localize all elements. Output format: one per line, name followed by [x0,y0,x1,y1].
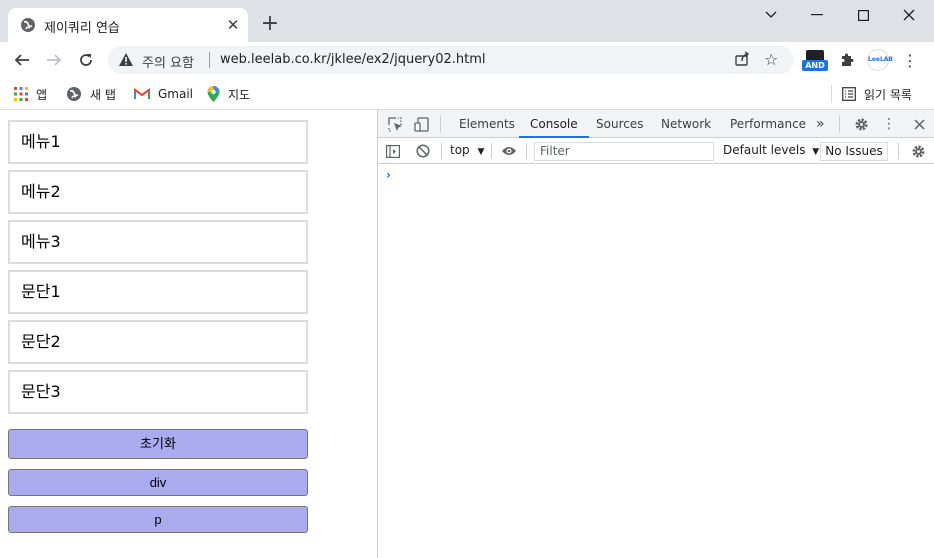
dropdown-arrow-icon: ▼ [477,147,485,157]
bookmark-label: 앱 [36,87,48,102]
tab-elements[interactable]: Elements [459,110,515,138]
bookmarks-bar: 앱 새 탭 Gmail 지도 읽기 목록 [0,78,934,110]
minimize-button[interactable] [794,0,840,30]
devtools-divider [839,116,840,132]
tab-network[interactable]: Network [661,110,711,138]
tab-title: 제이쿼리 연습 [44,21,120,36]
reading-list-icon [842,87,856,101]
devtools-panel: Elements Console Sources Network Perform… [377,110,934,558]
url-text[interactable]: web.leelab.co.kr/jklee/ex2/jquery02.html [220,52,486,67]
warning-icon[interactable] [118,52,134,71]
bookmark-maps[interactable]: 지도 [207,84,250,104]
bookmark-label: Gmail [158,87,194,101]
tab-console[interactable]: Console [519,110,589,138]
bookmarks-divider [831,85,832,103]
bookmark-apps[interactable]: 앱 [14,84,47,104]
new-tab-button[interactable]: + [258,12,282,36]
security-label[interactable]: 주의 요함 [142,52,194,71]
inspect-element-icon[interactable] [386,115,404,133]
and-extension-badge: AND [802,60,828,71]
console-settings-gear-icon[interactable] [909,142,927,160]
paragraph-box-3: 문단3 [8,370,308,414]
close-devtools-icon[interactable] [910,115,928,133]
menu-box-1: 메뉴1 [8,120,308,164]
reload-icon[interactable] [74,48,98,72]
devtools-divider [526,143,527,159]
tab-performance[interactable]: Performance [730,110,806,138]
menu-box-3: 메뉴3 [8,220,308,264]
gmail-icon [134,88,150,100]
paragraph-box-1: 문단1 [8,270,308,314]
more-menu-icon[interactable]: ⋮ [900,48,920,72]
issues-button[interactable]: No Issues [820,142,888,161]
maps-pin-icon [207,86,220,102]
log-levels-dropdown[interactable]: Default levels ▼ [723,143,819,157]
reset-button[interactable]: 초기화 [8,429,308,459]
close-window-button[interactable] [886,0,932,30]
devtools-menu-icon[interactable]: ⋮ [880,115,898,133]
console-filter-input[interactable]: Filter [534,142,714,161]
globe-icon [20,17,36,33]
and-extension-icon[interactable]: AND [802,48,828,72]
div-button[interactable]: div [8,469,308,496]
tab-search-icon[interactable] [748,0,794,30]
bookmark-new-tab[interactable]: 새 탭 [66,84,116,104]
globe-icon [66,86,82,102]
live-expression-eye-icon[interactable] [500,142,518,160]
tab-strip: 제이쿼리 연습 ✕ + [0,0,934,42]
paragraph-box-2: 문단2 [8,320,308,364]
devtools-tab-bar: Elements Console Sources Network Perform… [378,110,934,138]
address-divider [209,52,210,68]
bookmark-label: 새 탭 [90,87,116,102]
forward-icon[interactable] [42,48,66,72]
bookmark-label: 지도 [228,87,251,102]
tab-close-icon[interactable]: ✕ [224,16,242,34]
clear-console-icon[interactable] [414,142,432,160]
page-viewport: 메뉴1 메뉴2 메뉴3 문단1 문단2 문단3 초기화 div p [0,110,377,558]
console-toolbar: top ▼ Filter Default levels ▼ No Issues [378,138,934,164]
settings-gear-icon[interactable] [852,115,870,133]
context-label: top [450,143,470,157]
browser-tab[interactable]: 제이쿼리 연습 ✕ [8,8,248,42]
reading-list-label: 읽기 목록 [864,87,912,102]
more-tabs-icon[interactable]: » [816,110,825,138]
address-bar[interactable]: 주의 요함 web.leelab.co.kr/jklee/ex2/jquery0… [108,46,794,74]
bookmark-star-icon[interactable]: ☆ [764,50,778,69]
tab-sources[interactable]: Sources [596,110,643,138]
extensions-puzzle-icon[interactable] [836,48,858,72]
devtools-divider [491,143,492,159]
context-selector[interactable]: top ▼ [450,143,484,157]
log-levels-label: Default levels [723,143,806,157]
menu-box-2: 메뉴2 [8,170,308,214]
profile-avatar[interactable]: LeeLAB [866,48,893,72]
p-button[interactable]: p [8,506,308,533]
device-toolbar-icon[interactable] [412,115,430,133]
devtools-divider [440,116,441,132]
back-icon[interactable] [10,48,34,72]
browser-toolbar: 주의 요함 web.leelab.co.kr/jklee/ex2/jquery0… [0,42,934,78]
devtools-divider [441,143,442,159]
reading-list-button[interactable]: 읽기 목록 [842,84,912,104]
and-extension-top [806,50,824,60]
share-icon[interactable] [734,51,750,71]
console-sidebar-icon[interactable] [384,142,402,160]
apps-grid-icon [14,87,28,101]
console-prompt[interactable]: › [386,168,391,182]
bookmark-gmail[interactable]: Gmail [134,84,193,104]
devtools-divider [898,143,899,159]
dropdown-arrow-icon: ▼ [812,147,820,157]
leelab-avatar-label: LeeLAB [867,49,893,71]
maximize-button[interactable] [840,0,886,30]
